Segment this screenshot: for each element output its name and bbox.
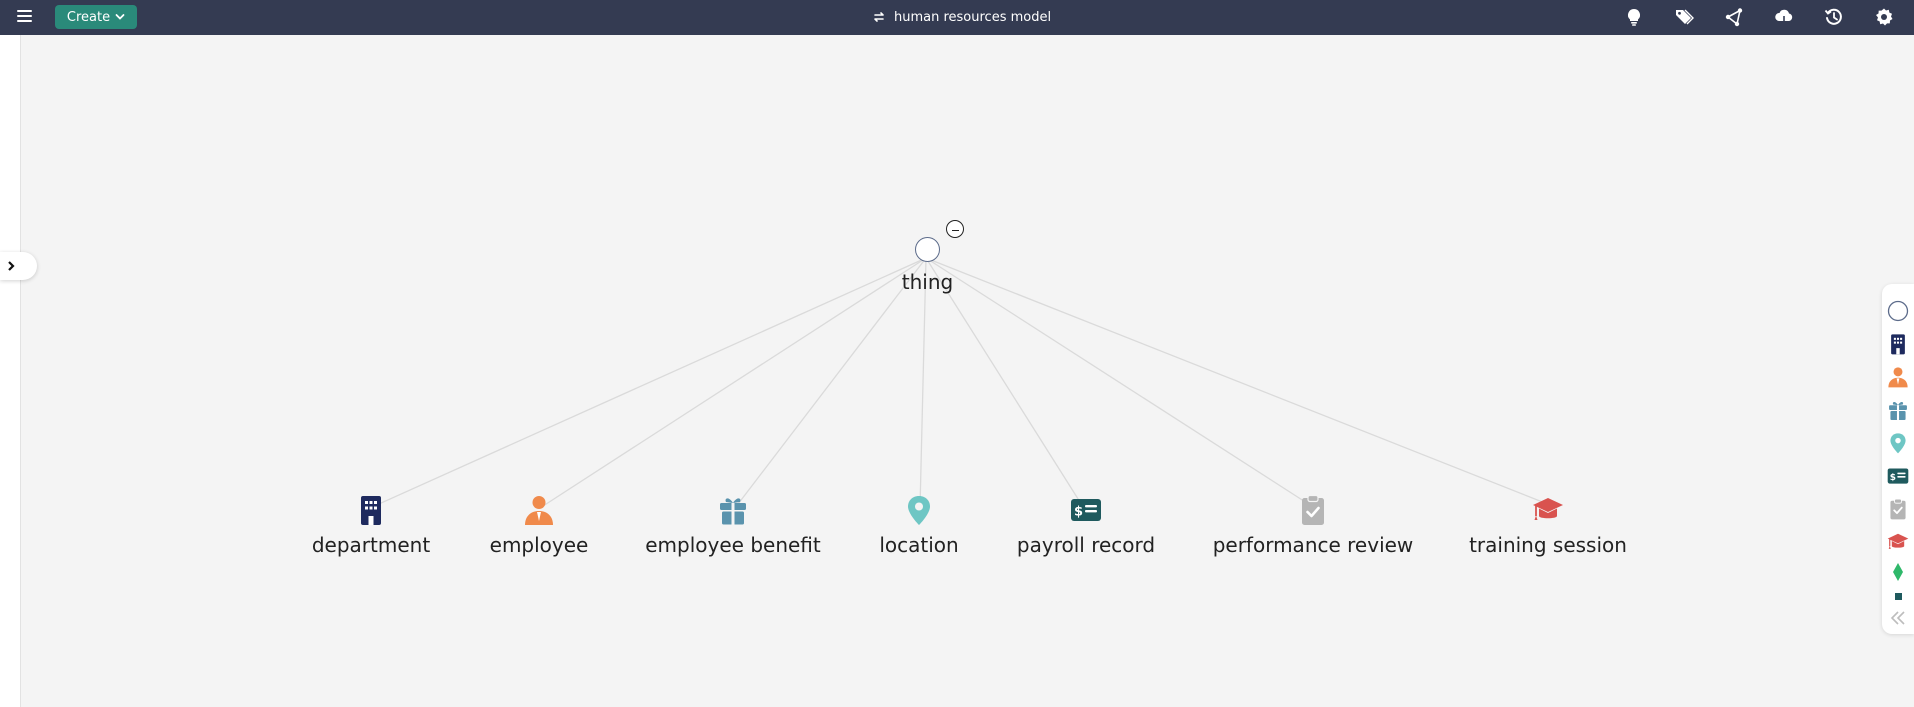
model-title[interactable]: human resources model (872, 7, 1051, 27)
left-panel (0, 35, 21, 707)
map-pin-icon[interactable] (1886, 431, 1910, 455)
edge-employee (539, 257, 927, 509)
double-chevron-left-icon[interactable] (1886, 606, 1910, 630)
person-icon[interactable] (1886, 365, 1910, 389)
minus-icon (951, 229, 959, 232)
node-label: payroll record (1016, 533, 1156, 557)
svg-text:$: $ (1074, 505, 1083, 520)
lightbulb-icon[interactable] (1622, 6, 1646, 28)
node-label: department (311, 533, 431, 557)
square-icon[interactable] (1886, 584, 1910, 608)
model-title-text: human resources model (894, 9, 1052, 25)
clipboard-check-icon (1296, 493, 1330, 527)
building-icon (354, 493, 388, 527)
tags-icon[interactable] (1672, 6, 1696, 28)
chevron-right-icon (8, 261, 15, 271)
hamburger-menu-icon[interactable] (17, 10, 32, 24)
root-node-label: thing (901, 270, 954, 294)
node-label: performance review (1212, 533, 1414, 557)
edge-performance-review (925, 257, 1311, 506)
clipboard-check-icon[interactable] (1886, 497, 1910, 521)
circle-icon[interactable] (1886, 299, 1910, 323)
legend-panel: $ (1882, 284, 1914, 634)
gift-icon[interactable] (1886, 398, 1910, 422)
edge-training-session (925, 257, 1551, 506)
graduation-cap-icon[interactable] (1886, 530, 1910, 554)
node-label: employee (489, 533, 589, 557)
share-icon[interactable] (1722, 6, 1746, 28)
cloud-sync-icon[interactable] (1772, 6, 1796, 28)
map-pin-icon (902, 493, 936, 527)
edge-department (369, 257, 927, 509)
history-icon[interactable] (1822, 6, 1846, 28)
collapse-toggle-button[interactable] (946, 220, 964, 238)
node-label: training session (1469, 533, 1627, 557)
swap-icon (874, 12, 884, 22)
create-button-label: Create (66, 9, 111, 25)
graph-edges (369, 257, 1551, 509)
svg-text:$: $ (1890, 473, 1896, 483)
edge-location (919, 257, 927, 509)
top-bar: Create human resources model (0, 0, 1914, 35)
chevron-down-icon (115, 14, 125, 20)
edge-payroll-record (925, 257, 1081, 503)
root-node-thing[interactable] (915, 237, 940, 262)
create-button[interactable]: Create (55, 5, 137, 29)
building-icon[interactable] (1886, 332, 1910, 356)
money-check-icon[interactable]: $ (1886, 464, 1910, 488)
diamond-icon[interactable] (1886, 560, 1910, 584)
money-check-icon: $ (1069, 493, 1103, 527)
settings-icon[interactable] (1872, 6, 1896, 28)
graduation-cap-icon (1531, 493, 1565, 527)
expand-panel-button[interactable] (0, 252, 37, 280)
gift-icon (716, 493, 750, 527)
node-label: location (879, 533, 959, 557)
person-icon (522, 493, 556, 527)
node-label: employee benefit (645, 533, 821, 557)
edge-employee-benefit (734, 257, 927, 509)
